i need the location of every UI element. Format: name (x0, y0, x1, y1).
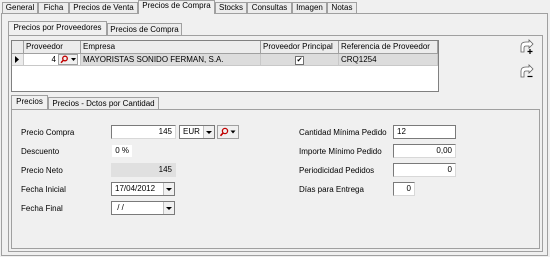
tab-precios-compra[interactable]: Precios de Compra (138, 0, 215, 14)
suppliers-grid: Proveedor Empresa Proveedor Principal Re… (11, 40, 439, 92)
fecha-final-value: / / (115, 203, 124, 212)
precio-compra-field[interactable]: 145 (111, 125, 176, 139)
dias-entrega-field[interactable]: 0 (393, 182, 415, 196)
row-pointer-icon (12, 54, 24, 66)
proveedor-code: 4 (51, 55, 56, 64)
chevron-down-icon[interactable] (203, 126, 214, 138)
calendar-dropdown-icon[interactable] (163, 183, 174, 195)
grid-indicator-header (12, 41, 24, 54)
precios-proveedores-panel: Proveedor Empresa Proveedor Principal Re… (8, 35, 543, 252)
fecha-inicial-field[interactable]: 17/04/2012 (111, 182, 175, 196)
precio-neto-label: Precio Neto (21, 166, 63, 175)
fecha-final-label: Fecha Final (21, 204, 63, 213)
currency-select[interactable]: EUR (179, 125, 215, 139)
precios-compra-panel: Precios por Proveedores Precios de Compr… (1, 13, 548, 256)
cantidad-minima-label: Cantidad Mínima Pedido (299, 128, 387, 137)
currency-search-button[interactable] (217, 125, 239, 139)
table-row-cell-referencia[interactable]: CRQ1254 (339, 54, 438, 66)
top-tab-bar: General Ficha Precios de Venta Precios d… (0, 0, 550, 14)
importe-minimo-label: Importe Mínimo Pedido (299, 147, 382, 156)
fecha-inicial-value: 17/04/2012 (115, 184, 156, 193)
add-record-icon[interactable] (518, 38, 536, 56)
fecha-inicial-label: Fecha Inicial (21, 185, 66, 194)
periodicidad-field[interactable]: 0 (393, 163, 456, 177)
tab-consultas[interactable]: Consultas (247, 2, 292, 13)
calendar-dropdown-icon[interactable] (163, 202, 174, 214)
cantidad-minima-field[interactable]: 12 (393, 125, 456, 139)
delete-record-icon[interactable] (518, 63, 536, 81)
importe-minimo-field[interactable]: 0,00 (393, 144, 456, 158)
periodicidad-label: Periodicidad Pedidos (299, 166, 375, 175)
tab-precios-de-compra[interactable]: Precios de Compra (107, 23, 182, 35)
tab-precios[interactable]: Precios (11, 95, 48, 109)
currency-value: EUR (183, 127, 200, 136)
tab-general[interactable]: General (2, 2, 38, 13)
grid-header-proveedor-principal[interactable]: Proveedor Principal (261, 41, 339, 54)
dias-entrega-label: Días para Entrega (299, 185, 364, 194)
grid-header-empresa[interactable]: Empresa (81, 41, 261, 54)
grid-header-proveedor[interactable]: Proveedor (24, 41, 81, 54)
tab-notas[interactable]: Notas (327, 2, 357, 13)
precios-detail-panel: Precio Compra 145 EUR Descuento 0 % Prec… (11, 109, 540, 249)
tab-stocks[interactable]: Stocks (215, 2, 247, 13)
tab-precios-dctos-cantidad[interactable]: Precios - Dctos por Cantidad (48, 97, 159, 109)
tab-ficha[interactable]: Ficha (38, 2, 69, 13)
precio-compra-label: Precio Compra (21, 128, 75, 137)
grid-header-referencia[interactable]: Referencia de Proveedor (339, 41, 438, 54)
proveedor-principal-checkbox[interactable]: ✔ (295, 56, 304, 65)
table-row-cell-principal[interactable]: ✔ (261, 54, 339, 66)
tab-imagen[interactable]: Imagen (292, 2, 327, 13)
fecha-final-field[interactable]: / / (111, 201, 175, 215)
table-row-cell-proveedor[interactable]: 4 (24, 54, 81, 66)
tab-precios-venta[interactable]: Precios de Venta (69, 2, 138, 13)
supplier-search-button[interactable] (58, 54, 78, 65)
precio-neto-field: 145 (111, 163, 176, 177)
tab-precios-por-proveedores[interactable]: Precios por Proveedores (8, 21, 107, 35)
table-row-cell-empresa[interactable]: MAYORISTAS SONIDO FERMAN, S.A. (81, 54, 261, 66)
descuento-field[interactable]: 0 % (111, 144, 133, 158)
descuento-label: Descuento (21, 147, 60, 156)
